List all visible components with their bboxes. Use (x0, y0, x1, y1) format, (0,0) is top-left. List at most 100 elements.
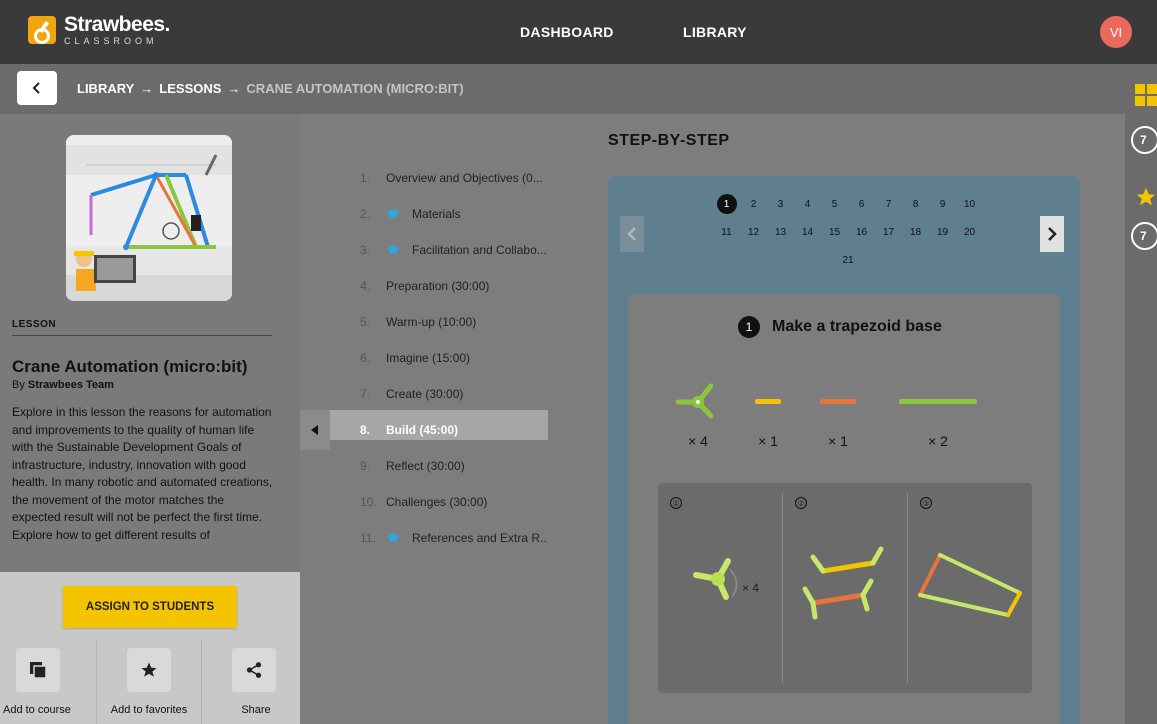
divider (12, 335, 272, 336)
step-page-button[interactable]: 11 (717, 222, 737, 242)
step-page-button[interactable]: 9 (933, 194, 953, 214)
instruction-qty: × 4 (742, 581, 760, 595)
add-to-course-button[interactable]: Add to course (0, 640, 96, 724)
lesson-actions-footer: ASSIGN TO STUDENTS Add to course Add to … (0, 572, 300, 724)
copy-icon (16, 648, 60, 692)
toc-item[interactable]: 6. Imagine (15:00) (360, 340, 550, 376)
straw-medium-icon (820, 399, 856, 404)
step-page-button[interactable]: 6 (852, 194, 872, 214)
toc-item[interactable]: 8. Build (45:00) (360, 412, 550, 448)
brand-sub: CLASSROOM (64, 36, 158, 46)
step-page-button[interactable]: 3 (771, 194, 791, 214)
toc-item[interactable]: 7. Create (30:00) (360, 376, 550, 412)
section-title: STEP-BY-STEP (608, 132, 730, 149)
toc-item-label: Imagine (15:00) (386, 351, 471, 365)
part-straw-short: × 1 (743, 380, 793, 449)
step-page-button[interactable]: 12 (744, 222, 764, 242)
part-connector: × 4 (668, 380, 728, 449)
stepper-panel: 1 2 3 4 5 6 7 8 9 10 11 12 13 14 15 16 17 18 19 20 21 1 Ma… (608, 176, 1080, 724)
toc-item-number: 5. (360, 315, 371, 329)
chevron-right-icon (1048, 227, 1057, 241)
breadcrumb-lessons[interactable]: LESSONS (159, 81, 221, 96)
step-page-button[interactable]: 2 (744, 194, 764, 214)
part-qty: × 4 (688, 433, 708, 449)
breadcrumb-library[interactable]: LIBRARY (77, 81, 134, 96)
step-page-button[interactable]: 14 (798, 222, 818, 242)
step-page-button[interactable]: 16 (852, 222, 872, 242)
step-title: Make a trapezoid base (772, 318, 942, 335)
toc-item-label: Build (45:00) (386, 423, 459, 437)
breadcrumb-current: CRANE AUTOMATION (MICRO:BIT) (246, 81, 464, 96)
toc-item-label: Facilitation and Collabo... (412, 243, 547, 257)
step-page-button[interactable]: 21 (838, 250, 858, 270)
step-page-button[interactable]: 17 (879, 222, 899, 242)
parts-list: × 4 × 1 × 1 × 2 (668, 380, 1028, 460)
instruction-number: ① (670, 497, 682, 509)
star-icon[interactable] (1135, 186, 1157, 208)
step-page-button[interactable]: 10 (960, 194, 980, 214)
lesson-author-line: By Strawbees Team (12, 379, 114, 391)
add-to-favorites-button[interactable]: Add to favorites (97, 640, 201, 724)
breadcrumb: LIBRARY → LESSONS → CRANE AUTOMATION (MI… (77, 81, 464, 96)
toc-item-number: 6. (360, 351, 371, 365)
right-side-strip: 7 7 (1125, 84, 1157, 724)
straw-long-icon (899, 399, 977, 404)
toc-item[interactable]: 10. Challenges (30:00) (360, 484, 550, 520)
count-badge[interactable]: 7 (1131, 126, 1157, 154)
assign-to-students-button[interactable]: ASSIGN TO STUDENTS (63, 586, 237, 628)
strawbees-logo[interactable]: Strawbees. CLASSROOM (28, 14, 170, 46)
step-page-button[interactable]: 19 (933, 222, 953, 242)
toc-item[interactable]: 5. Warm-up (10:00) (360, 304, 550, 340)
collapse-toc-button[interactable] (300, 410, 330, 450)
toc-item[interactable]: 2. Materials (360, 196, 550, 232)
step-page-button[interactable]: 8 (906, 194, 926, 214)
step-page-button[interactable]: 15 (825, 222, 845, 242)
step-heading: 1 Make a trapezoid base (738, 316, 942, 338)
breadcrumb-separator: → (140, 81, 154, 96)
toc-item-number: 1. (360, 171, 371, 185)
step-page-button[interactable]: 7 (879, 194, 899, 214)
lesson-type-label: LESSON (12, 319, 57, 330)
part-qty: × 1 (758, 433, 778, 449)
share-icon (232, 648, 276, 692)
add-to-course-label: Add to course (3, 704, 71, 716)
step-page-button[interactable]: 5 (825, 194, 845, 214)
step-pagination: 1 2 3 4 5 6 7 8 9 10 11 12 13 14 15 16 17 18 19 20 21 (698, 194, 998, 278)
connector-fold-illustration (693, 558, 738, 600)
part-qty: × 2 (928, 433, 948, 449)
grid-icon[interactable] (1135, 84, 1157, 106)
step-page-button[interactable]: 18 (906, 222, 926, 242)
add-to-favorites-label: Add to favorites (110, 704, 188, 716)
toc-item-label: Materials (412, 207, 461, 221)
toc-item[interactable]: 3. Facilitation and Collabo... (360, 232, 550, 268)
toc-item[interactable]: 1. Overview and Objectives (0... (360, 160, 550, 196)
logo-mark-icon (28, 16, 56, 44)
toc-item-number: 2. (360, 207, 371, 221)
toc-item-label: Create (30:00) (386, 387, 464, 401)
toc-item-number: 10. (360, 495, 377, 509)
favorites-count-badge[interactable]: 7 (1131, 222, 1157, 250)
step-page-button[interactable]: 4 (798, 194, 818, 214)
next-step-button[interactable] (1040, 216, 1064, 252)
share-button[interactable]: Share (202, 640, 300, 724)
step-page-button[interactable]: 1 (716, 194, 737, 214)
crane-illustration (66, 135, 232, 301)
nav-library[interactable]: LIBRARY (683, 24, 747, 40)
previous-step-button[interactable] (620, 216, 644, 252)
instruction-step-3: ③ (908, 483, 1032, 693)
author-prefix: By (12, 379, 25, 391)
lesson-toc-panel: 1. Overview and Objectives (0... 2. Materia… (300, 114, 576, 724)
lesson-info-panel: LESSON Crane Automation (micro:bit) By S… (0, 114, 300, 724)
step-page-button[interactable]: 20 (960, 222, 980, 242)
toc-item[interactable]: 4. Preparation (30:00) (360, 268, 550, 304)
instruction-images: ① × 4 ② ③ (658, 483, 1032, 693)
toc-item[interactable]: 9. Reflect (30:00) (360, 448, 550, 484)
nav-dashboard[interactable]: DASHBOARD (520, 24, 614, 40)
toc-item[interactable]: 11. References and Extra R... (360, 520, 550, 556)
part-qty: × 1 (828, 433, 848, 449)
user-avatar[interactable]: VI (1100, 16, 1132, 48)
toc-item-label: Reflect (30:00) (386, 459, 465, 473)
step-page-button[interactable]: 13 (771, 222, 791, 242)
chevron-left-icon (627, 227, 636, 241)
back-button[interactable] (17, 71, 57, 105)
